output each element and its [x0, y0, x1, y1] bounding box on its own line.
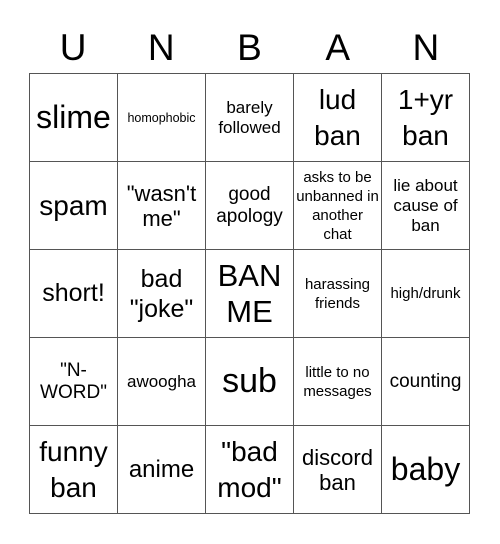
header-letter-b: B	[237, 27, 262, 68]
cell-text: harassing friends	[304, 275, 371, 312]
cell-text: short!	[42, 279, 105, 307]
cell-text: funny ban	[39, 435, 108, 503]
cell-text: counting	[389, 370, 462, 392]
header-letter-n: N	[147, 27, 175, 68]
bingo-cell[interactable]: 1+yr ban	[382, 74, 470, 162]
cell-text: bad "joke"	[129, 264, 194, 323]
bingo-cell[interactable]: asks to be unbanned in another chat	[294, 162, 382, 250]
bingo-header: U N B A N	[29, 26, 470, 70]
bingo-board: slime homophobic barely followed lud ban…	[29, 73, 470, 514]
cell-text: slime	[36, 99, 111, 135]
cell-text: lie about cause of ban	[393, 175, 458, 235]
bingo-cell[interactable]: sub	[206, 338, 294, 426]
bingo-cell[interactable]: good apology	[206, 162, 294, 250]
bingo-cell[interactable]: harassing friends	[294, 250, 382, 338]
bingo-cell[interactable]: counting	[382, 338, 470, 426]
bingo-cell[interactable]: funny ban	[30, 426, 118, 514]
cell-text: little to no messages	[303, 363, 372, 400]
cell-text: sub	[222, 362, 277, 400]
cell-text: baby	[390, 451, 461, 487]
bingo-cell[interactable]: spam	[30, 162, 118, 250]
cell-text: "wasn't me"	[126, 180, 197, 231]
cell-text: awoogha	[126, 371, 196, 391]
cell-text: homophobic	[127, 110, 196, 125]
bingo-cell[interactable]: BAN ME	[206, 250, 294, 338]
bingo-cell[interactable]: slime	[30, 74, 118, 162]
cell-text: BAN ME	[217, 257, 282, 329]
bingo-cell[interactable]: lie about cause of ban	[382, 162, 470, 250]
cell-text: 1+yr ban	[397, 83, 454, 151]
cell-text: asks to be unbanned in another chat	[296, 168, 379, 243]
cell-text: high/drunk	[390, 285, 461, 302]
bingo-cell[interactable]: short!	[30, 250, 118, 338]
cell-text: discord ban	[302, 444, 373, 495]
bingo-cell[interactable]: "bad mod"	[206, 426, 294, 514]
bingo-cell[interactable]: barely followed	[206, 74, 294, 162]
bingo-cell[interactable]: homophobic	[118, 74, 206, 162]
bingo-cell[interactable]: discord ban	[294, 426, 382, 514]
bingo-cell[interactable]: lud ban	[294, 74, 382, 162]
bingo-cell[interactable]: bad "joke"	[118, 250, 206, 338]
bingo-cell[interactable]: high/drunk	[382, 250, 470, 338]
cell-text: lud ban	[314, 83, 361, 151]
header-letter-n2: N	[412, 27, 440, 68]
bingo-cell[interactable]: awoogha	[118, 338, 206, 426]
header-letter-u: U	[59, 27, 87, 68]
bingo-cell[interactable]: baby	[382, 426, 470, 514]
bingo-cell[interactable]: anime	[118, 426, 206, 514]
cell-text: good apology	[216, 183, 283, 227]
cell-text: spam	[39, 189, 108, 221]
cell-text: anime	[128, 456, 195, 483]
cell-text: "bad mod"	[217, 435, 282, 503]
header-letter-a: A	[325, 27, 351, 68]
cell-text: "N-WORD"	[40, 359, 107, 403]
cell-text: barely followed	[218, 97, 281, 137]
bingo-cell[interactable]: "wasn't me"	[118, 162, 206, 250]
bingo-cell[interactable]: "N-WORD"	[30, 338, 118, 426]
bingo-cell[interactable]: little to no messages	[294, 338, 382, 426]
